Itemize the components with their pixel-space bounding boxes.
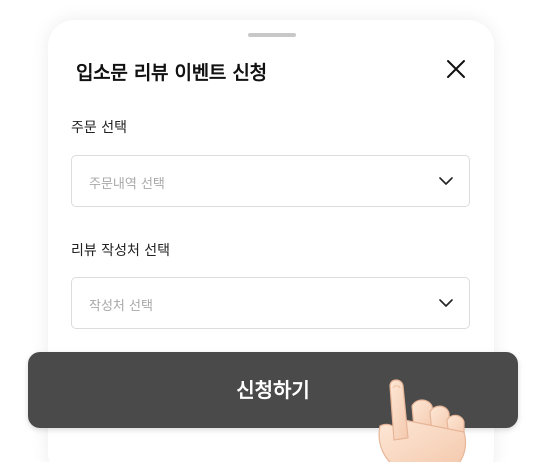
order-select-label: 주문 선택 [71,120,127,136]
review-site-select[interactable]: 작성처 선택 [71,277,470,329]
pointing-hand-icon [378,379,467,462]
chevron-down-icon [439,299,453,307]
sheet-title: 입소문 리뷰 이벤트 신청 [76,62,267,84]
review-site-select-placeholder: 작성처 선택 [89,299,153,314]
order-select[interactable]: 주문내역 선택 [71,155,470,207]
close-icon [447,60,465,78]
close-button[interactable] [444,57,468,81]
screen: 입소문 리뷰 이벤트 신청 주문 선택 주문내역 선택 리뷰 작성처 선택 작성… [0,0,546,462]
chevron-down-icon [439,177,453,185]
sheet-grabber[interactable] [248,33,296,37]
review-site-select-label: 리뷰 작성처 선택 [71,243,171,259]
order-select-placeholder: 주문내역 선택 [89,177,165,192]
